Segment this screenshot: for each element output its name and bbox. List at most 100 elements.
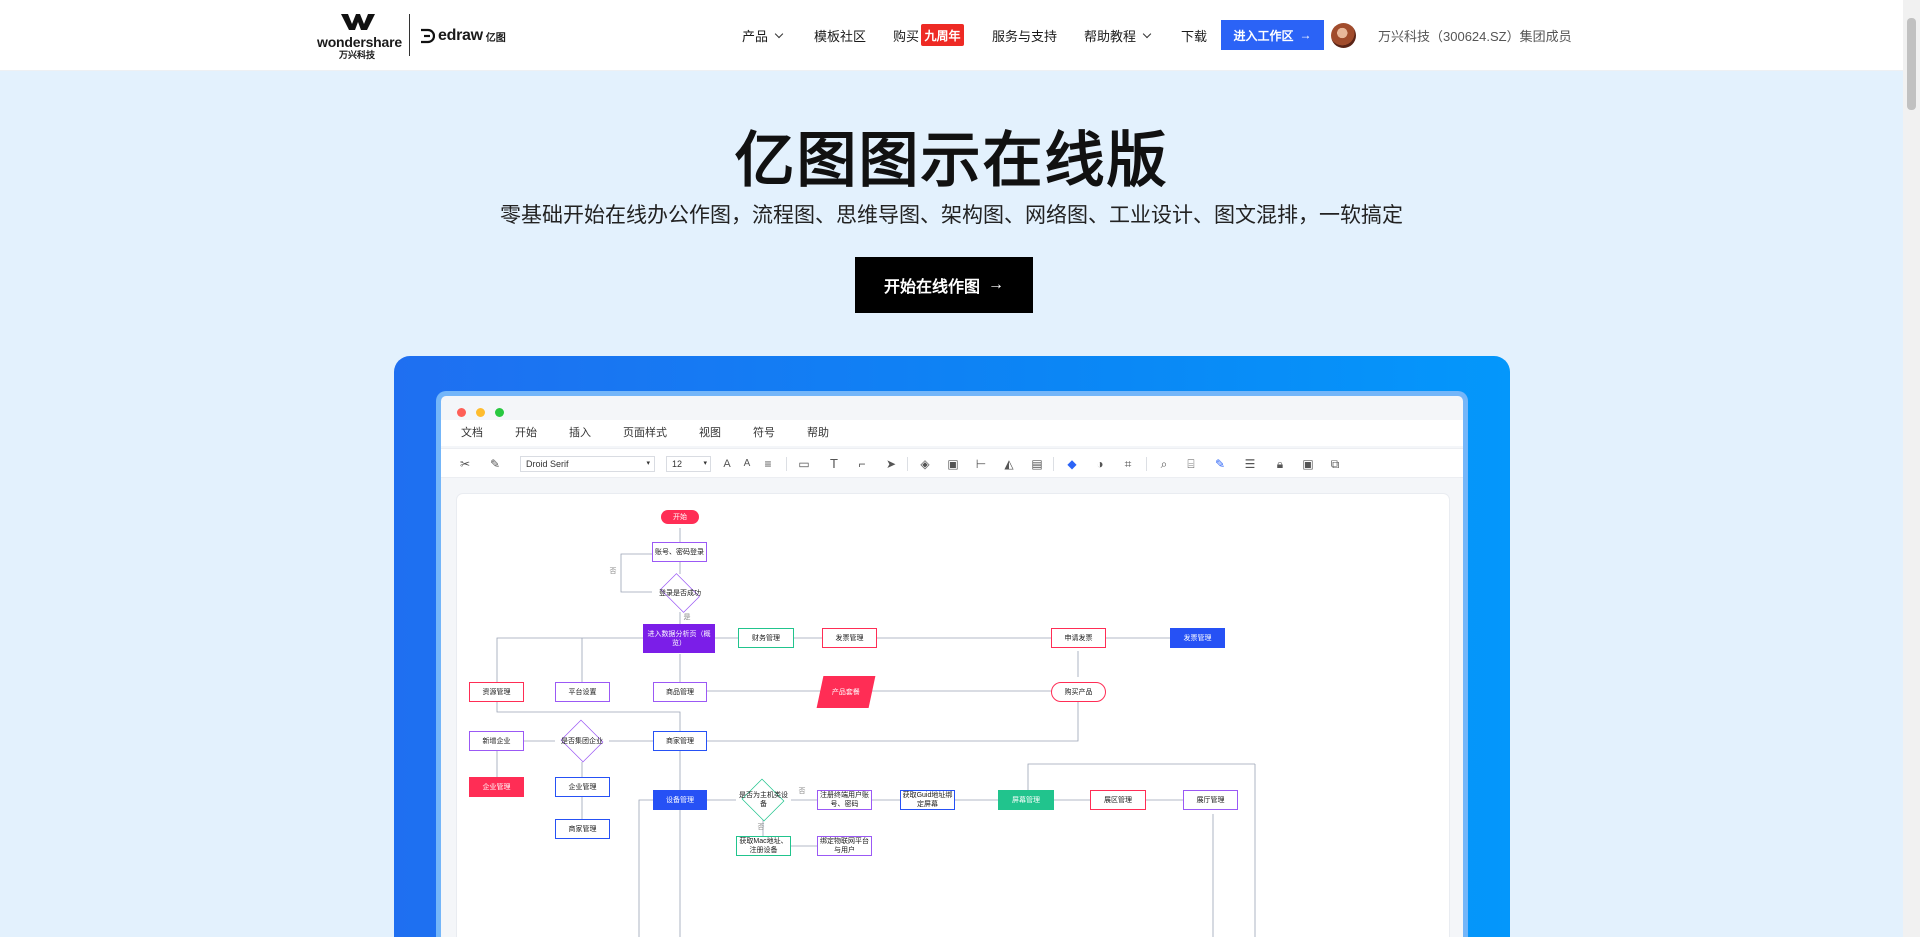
caret-down-icon: ▾ — [703, 460, 707, 467]
caret-down-icon: ▾ — [646, 460, 650, 467]
flow-node-apply-invoice: 申请发票 — [1051, 628, 1106, 648]
arrow-right-icon: → — [988, 276, 1004, 293]
wondershare-cn-wordmark: 万兴科技 — [339, 50, 376, 60]
flow-node-is-group: 是否集团企业 — [561, 737, 603, 745]
toolbar-divider — [1053, 457, 1054, 471]
nav-buy-label: 购买 — [893, 29, 920, 44]
arrange-icon: ▤ — [1031, 457, 1043, 471]
flow-label-no-3: 否 — [757, 823, 765, 831]
scissors-icon: ✂ — [459, 457, 471, 471]
text-icon: T — [830, 456, 838, 471]
nav-service-support-label: 服务与支持 — [992, 29, 1058, 44]
menu-page-style: 页面样式 — [623, 427, 667, 439]
toolbar-divider — [786, 457, 787, 471]
nav-help-tutorials[interactable]: 帮助教程 — [1084, 26, 1152, 45]
flow-node-device: 设备管理 — [653, 790, 707, 810]
flow-node-invoice-manage: 发票管理 — [1170, 628, 1225, 648]
flow-node-login-ok: 登录是否成功 — [659, 589, 701, 597]
enter-workspace-button[interactable]: 进入工作区 → — [1221, 20, 1324, 50]
toolbar-divider — [907, 457, 908, 471]
font-family-select: Droid Serif ▾ — [520, 456, 655, 472]
wondershare-logo[interactable]: wondershare 万兴科技 — [317, 14, 402, 60]
line-style-icon: ☰ — [1244, 457, 1256, 471]
page-title: 亿图图示在线版 — [734, 127, 1169, 194]
lock-icon: 🔒︎ — [1276, 457, 1284, 471]
logo-divider — [409, 14, 410, 56]
font-size-select: 12 ▾ — [666, 456, 711, 472]
align-left-icon: ⊢ — [975, 457, 987, 471]
align-icon: ≡ — [764, 457, 772, 471]
increase-font-icon: A — [723, 458, 731, 470]
flow-node-product-price: 产品套餐 — [816, 676, 876, 708]
edraw-cn-wordmark: 亿图 — [485, 32, 506, 44]
font-size-value: 12 — [672, 459, 683, 469]
arrow-right-icon: → — [1299, 28, 1312, 42]
flow-node-goods: 商品管理 — [653, 682, 707, 702]
flow-node-shop-mgmt: 商家管理 — [555, 819, 610, 839]
flow-label-no-2: 否 — [798, 787, 806, 795]
app-toolbar: ✂ ✎ Droid Serif ▾ 12 ▾ A A ≡ ▭ T ⌐ ➤ ◈ ▣ ⊢… — [441, 448, 1463, 478]
maximize-dot-icon — [495, 408, 504, 417]
nav-help-tutorials-label: 帮助教程 — [1084, 29, 1137, 44]
flow-node-buy-product: 购买产品 — [1051, 682, 1106, 702]
layers-icon: ◈ — [920, 457, 930, 471]
top-navigation-bar: wondershare 万兴科技 edraw 亿图 产品 模板社区 购买 九周年… — [0, 0, 1903, 71]
toolbar-divider — [1146, 457, 1147, 471]
more-shapes-icon: ⧉ — [1330, 457, 1340, 471]
menu-insert: 插入 — [569, 427, 591, 439]
flow-node-invoice: 发票管理 — [822, 628, 877, 648]
start-drawing-button[interactable]: 开始在线作图 → — [855, 257, 1033, 313]
wondershare-mark-icon — [341, 14, 375, 30]
flow-node-new-company: 新增企业 — [469, 731, 524, 751]
flow-label-yes: 是 — [683, 613, 691, 621]
enter-workspace-label: 进入工作区 — [1233, 28, 1294, 43]
avatar[interactable] — [1331, 23, 1356, 48]
menu-file: 文档 — [461, 427, 483, 439]
nav-template-community[interactable]: 模板社区 — [814, 26, 866, 45]
fill-color-icon: ◆ — [1067, 457, 1077, 471]
flow-label-no: 否 — [609, 567, 617, 575]
minimize-dot-icon — [476, 408, 485, 417]
page-subtitle: 零基础开始在线办公作图，流程图、思维导图、架构图、网络图、工业设计、图文混排，一… — [500, 204, 1403, 227]
chevron-down-icon — [774, 29, 784, 38]
menu-view: 视图 — [699, 427, 721, 439]
nav-service-support[interactable]: 服务与支持 — [992, 26, 1057, 45]
flow-node-finance: 财务管理 — [738, 628, 794, 648]
frame-icon: ▣ — [1302, 457, 1314, 471]
nav-products-label: 产品 — [742, 29, 769, 44]
flow-node-is-host: 是否为主机类设备 — [739, 792, 788, 808]
flow-node-hall: 展厅管理 — [1183, 790, 1238, 810]
nav-download[interactable]: 下载 — [1181, 26, 1207, 45]
flow-node-merchant: 商家管理 — [653, 731, 707, 751]
menu-symbol: 符号 — [753, 427, 775, 439]
search-icon: ⌕ — [1160, 457, 1168, 471]
rectangle-icon: ▭ — [798, 457, 810, 471]
nav-template-community-label: 模板社区 — [814, 29, 867, 44]
flow-node-platform: 平台设置 — [555, 682, 610, 702]
anniversary-badge: 九周年 — [921, 24, 964, 46]
flow-node-company-mgmt: 企业管理 — [469, 777, 524, 797]
flow-node-mac: 获取Mac地址、注册设备 — [736, 836, 791, 856]
app-preview-window: 文档 开始 插入 页面样式 视图 符号 帮助 ✂ ✎ Droid Serif ▾ … — [436, 391, 1468, 937]
nav-products[interactable]: 产品 — [742, 26, 784, 45]
find-replace-icon: ⌸ — [1187, 457, 1195, 471]
start-drawing-label: 开始在线作图 — [883, 279, 980, 296]
group-icon: ▣ — [947, 457, 959, 471]
edraw-logo[interactable]: edraw 亿图 — [419, 26, 506, 46]
flow-node-product-price-label: 产品套餐 — [832, 688, 860, 696]
diagram-canvas: 开始 账号、密码登录 否 登录是否成功 是 进入数据分析页（概览） 财务管理 发… — [457, 494, 1449, 937]
close-dot-icon — [457, 408, 466, 417]
font-family-value: Droid Serif — [526, 459, 569, 469]
pen-icon: ➤ — [885, 457, 897, 471]
window-controls — [457, 408, 504, 417]
flow-node-login: 账号、密码登录 — [652, 542, 707, 562]
line-color-icon: ✎ — [1214, 457, 1226, 471]
menu-start: 开始 — [515, 427, 537, 439]
flow-node-area: 展区管理 — [1090, 790, 1146, 810]
scrollbar-thumb[interactable] — [1907, 18, 1916, 110]
edraw-wordmark: edraw — [438, 27, 483, 44]
shadow-icon: ◑ — [1096, 457, 1104, 471]
app-menu-bar: 文档 开始 插入 页面样式 视图 符号 帮助 — [441, 420, 1463, 446]
nav-buy[interactable]: 购买 — [893, 26, 919, 45]
page-scrollbar[interactable] — [1903, 0, 1920, 937]
